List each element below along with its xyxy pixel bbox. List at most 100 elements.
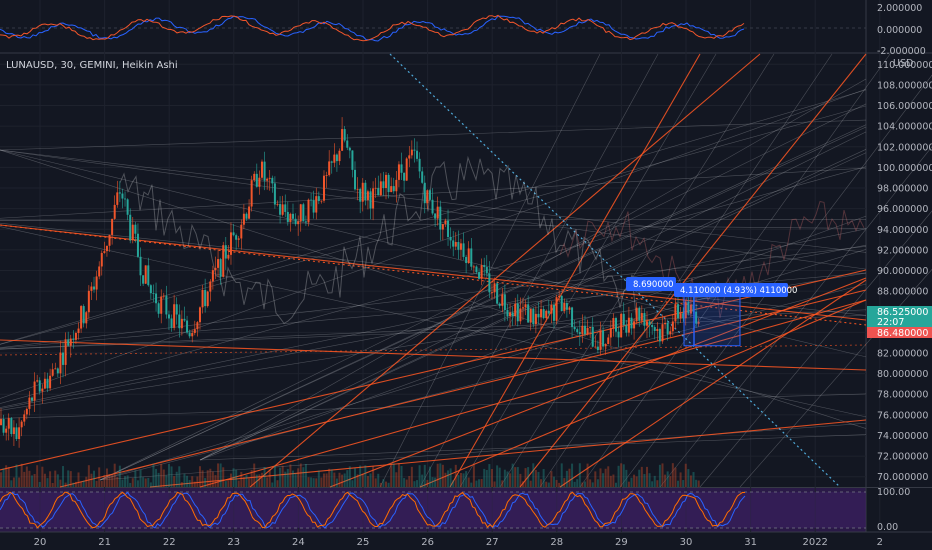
volume-bar — [485, 470, 488, 487]
candle-body — [341, 129, 344, 151]
candle-body — [503, 294, 506, 310]
volume-bar — [297, 468, 300, 487]
volume-bar — [134, 470, 137, 487]
candle-body — [633, 321, 636, 329]
candle-body — [679, 313, 682, 319]
volume-bar — [33, 474, 36, 487]
volume-bar — [444, 472, 447, 487]
volume-bar — [15, 464, 18, 487]
price-tick-label: 72.000000 — [877, 452, 928, 463]
candle-body — [452, 240, 455, 247]
volume-bar — [514, 467, 517, 487]
candle-body — [173, 304, 176, 328]
candle-body — [90, 286, 93, 291]
candle-body — [462, 243, 465, 257]
candle-body — [356, 188, 359, 190]
volume-bar — [299, 463, 302, 487]
volume-bar — [449, 468, 452, 487]
volume-bar — [294, 473, 297, 487]
volume-bar — [467, 477, 470, 487]
price-tick-label: 102.000000 — [877, 142, 932, 153]
volume-bar — [646, 466, 648, 487]
volume-bar — [614, 482, 617, 487]
volume-bar — [113, 463, 116, 487]
candle-body — [421, 171, 424, 183]
candle-body — [571, 307, 574, 328]
volume-bar — [191, 476, 194, 487]
candle-body — [20, 421, 23, 428]
candle-body — [279, 204, 282, 215]
volume-bar — [0, 472, 2, 487]
volume-bar — [470, 482, 473, 487]
candle-body — [470, 248, 473, 267]
volume-bar — [196, 476, 199, 487]
candle-body — [622, 313, 625, 326]
volume-bar — [118, 465, 121, 487]
candle-body — [669, 331, 672, 335]
candle-body — [635, 307, 638, 322]
volume-bar — [46, 478, 49, 487]
volume-bar — [454, 464, 457, 487]
candle-body — [38, 380, 41, 392]
time-axis[interactable]: 20 21 22 23 24 25 26 27 28 29 30 31 2022 2 — [34, 537, 883, 548]
candle-body — [547, 310, 550, 314]
volume-bar — [201, 470, 204, 487]
candle-body — [361, 182, 364, 202]
candle-body — [527, 304, 530, 323]
volume-bar — [242, 477, 245, 487]
volume-bar — [157, 472, 160, 487]
price-tick-label: 74.000000 — [877, 431, 928, 442]
candle-body — [315, 196, 318, 213]
candle-body — [160, 296, 163, 314]
candle-body — [653, 327, 656, 331]
chart-canvas[interactable]: 8.6900004.110000 (4.93%) 4110000 110.000… — [0, 0, 932, 550]
price-axis[interactable]: 110.000000108.000000106.000000104.000000… — [877, 3, 932, 533]
time-tick-label: 23 — [227, 537, 240, 548]
volume-bar — [594, 471, 597, 487]
candle-body — [447, 220, 450, 237]
volume-bar — [211, 471, 214, 487]
volume-bar — [684, 463, 687, 487]
price-tick-label: 80.000000 — [877, 369, 928, 380]
volume-bar — [459, 472, 462, 487]
candle-body — [15, 427, 18, 439]
price-tick-label: 76.000000 — [877, 410, 928, 421]
price-tag-label: 86.480000 — [877, 328, 928, 339]
candle-body — [558, 295, 561, 298]
candle-body — [661, 324, 664, 342]
volume-bar — [330, 469, 333, 487]
candle-body — [656, 329, 659, 331]
candle-body — [413, 149, 416, 151]
candle-body — [157, 303, 160, 314]
volume-bar — [346, 470, 349, 487]
volume-bar — [648, 473, 651, 487]
volume-bar — [209, 468, 212, 487]
candle-body — [211, 270, 214, 282]
candle-body — [294, 218, 297, 225]
candle-body — [529, 308, 532, 323]
volume-bar — [426, 479, 429, 487]
price-tick-label: 104.000000 — [877, 122, 932, 133]
volume-bar — [501, 480, 504, 487]
candle-body — [147, 265, 150, 286]
volume-bar — [90, 473, 93, 487]
volume-bar — [405, 479, 408, 487]
stochastic-tick-label: 100.00 — [877, 487, 910, 498]
candle-body — [72, 338, 75, 340]
time-tick-label: 26 — [421, 537, 434, 548]
candle-body — [100, 252, 103, 267]
candle-body — [74, 332, 77, 340]
volume-bar — [545, 481, 548, 487]
symbol-title: LUNAUSD, 30, GEMINI, Heikin Ashi — [6, 60, 178, 71]
candle-body — [155, 293, 158, 304]
volume-bar — [524, 468, 527, 487]
candle-body — [333, 154, 336, 163]
candle-body — [550, 304, 553, 314]
volume-bar — [651, 481, 654, 487]
candle-body — [317, 196, 320, 202]
volume-bar — [586, 463, 589, 487]
volume-bar — [245, 475, 248, 487]
volume-bar — [54, 470, 57, 487]
time-tick-label: 20 — [34, 537, 47, 548]
candle-body — [209, 281, 212, 292]
